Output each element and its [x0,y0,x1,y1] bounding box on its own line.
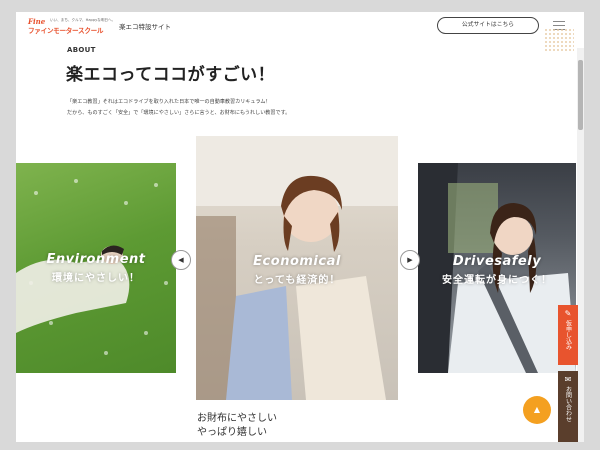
page-top-button[interactable]: ▲ [523,396,551,424]
site-name: 楽エコ特設サイト [119,23,171,31]
section-description: 「楽エコ教習」それはエコドライブを取り入れた日本で唯一の自動車教習カリキュラム！… [67,97,290,119]
slide-title-en: Drivesafely [452,254,542,269]
description-line-2: だから、ものすごく「安全」で「環境にやさしい」さらに言うと、お財布にもうれしい教… [67,110,291,116]
slide-title-ja: 環境にやさしい！ [52,273,140,284]
description-line-1: 「楽エコ教習」それはエコドライブを取り入れた日本で唯一の自動車教習カリキュラム！ [67,99,271,105]
slide-drivesafely[interactable]: Drivesafely 安全運転が身につく！ [418,163,576,373]
mail-icon: ✉ [564,375,572,384]
slide-title-ja: とっても経済的！ [253,275,341,286]
edit-icon: ✎ [564,309,572,318]
slide-title-en: Environment [46,252,146,267]
site-logo[interactable]: Fine いい、まち、クルマ、Happyな明日へ。 ファインモータースクール [28,17,115,37]
section-title: 楽エコってココがすごい！ [66,65,276,85]
slide-environment[interactable]: Environment 環境にやさしい！ [16,163,176,373]
logo-tagline: いい、まち、クルマ、Happyな明日へ。 [50,18,116,22]
logo-school-name: ファインモータースクール [28,27,104,35]
trial-application-tab[interactable]: ✎ 仮申し込み [558,305,578,365]
page-frame: Fine いい、まち、クルマ、Happyな明日へ。 ファインモータースクール 楽… [16,12,584,442]
scrollbar-thumb[interactable] [578,60,583,130]
page-scrollbar[interactable] [577,48,584,442]
environment-photo [16,179,168,355]
contact-tab[interactable]: ✉ お問い合わせ [558,371,578,442]
section-label: ABOUT [67,46,96,54]
slide-detail-text: お財布にやさしい やっぱり嬉しい [197,412,277,440]
detail-line-2: やっぱり嬉しい [197,427,267,438]
carousel-next-button[interactable]: ▶ [400,250,420,270]
contact-tab-label: お問い合わせ [564,386,572,422]
slide-economical[interactable]: Economical とっても経済的！ [196,136,398,400]
official-site-button[interactable]: 公式サイトはこちら [437,17,539,34]
detail-line-1: お財布にやさしい [197,413,277,424]
site-header: Fine いい、まち、クルマ、Happyな明日へ。 ファインモータースクール 楽… [16,12,584,42]
slide-title-en: Economical [253,254,341,269]
carousel-prev-button[interactable]: ◀ [171,250,191,270]
slide-title-ja: 安全運転が身につく！ [442,275,552,286]
trial-tab-label: 仮申し込み [564,320,572,350]
decorative-dots [544,28,574,52]
